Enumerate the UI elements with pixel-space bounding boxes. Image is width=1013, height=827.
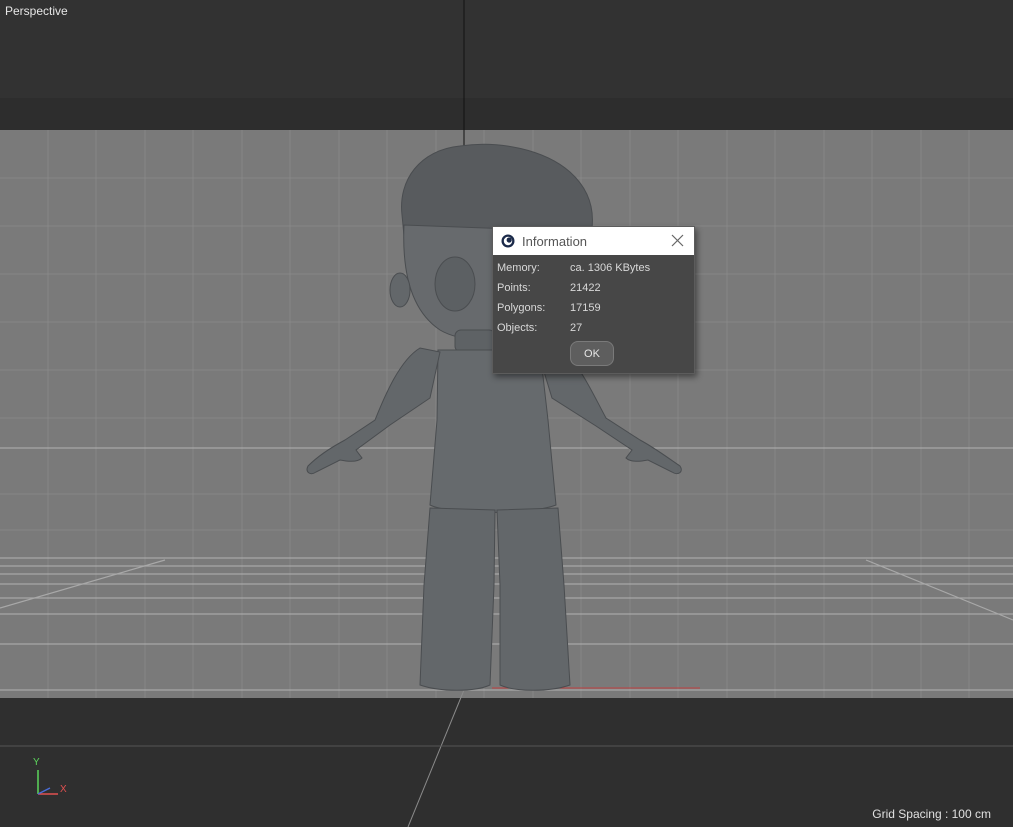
info-value: 27 [570, 322, 583, 334]
ok-button[interactable]: OK [570, 341, 614, 366]
gizmo-z-axis [37, 787, 51, 795]
character-left-leg [419, 507, 496, 691]
close-icon[interactable] [671, 234, 684, 247]
character-eye [434, 256, 476, 312]
character-torso [429, 349, 557, 513]
info-row-memory: Memory: ca. 1306 KBytes [497, 262, 687, 278]
info-row-polygons: Polygons: 17159 [497, 302, 687, 318]
grid-spacing-readout: Grid Spacing : 100 cm [872, 807, 991, 821]
info-key: Memory: [497, 262, 540, 274]
information-dialog: Information Memory: ca. 1306 KBytes Poin… [492, 226, 695, 374]
z-axis-line [407, 689, 465, 827]
character-right-leg [496, 507, 571, 691]
info-row-points: Points: 21422 [497, 282, 687, 298]
gizmo-y-label: Y [33, 757, 40, 768]
viewport-label[interactable]: Perspective [5, 4, 68, 18]
character-left-arm [306, 347, 441, 475]
info-value: 17159 [570, 302, 601, 314]
info-row-objects: Objects: 27 [497, 322, 687, 338]
perspective-viewport[interactable]: Perspective Y X Grid Spacing : 100 cm [0, 0, 1013, 827]
scene-canvas[interactable] [0, 0, 1013, 827]
info-value: ca. 1306 KBytes [570, 262, 651, 274]
dialog-titlebar[interactable]: Information [493, 227, 694, 255]
axis-gizmo [37, 770, 58, 795]
gizmo-x-label: X [60, 784, 67, 795]
info-key: Objects: [497, 322, 538, 334]
cinema4d-logo-icon [501, 234, 515, 248]
info-value: 21422 [570, 282, 601, 294]
character-ear [389, 272, 411, 308]
character-neck [454, 329, 496, 353]
info-key: Points: [497, 282, 531, 294]
info-key: Polygons: [497, 302, 546, 314]
dialog-title: Information [522, 234, 588, 249]
